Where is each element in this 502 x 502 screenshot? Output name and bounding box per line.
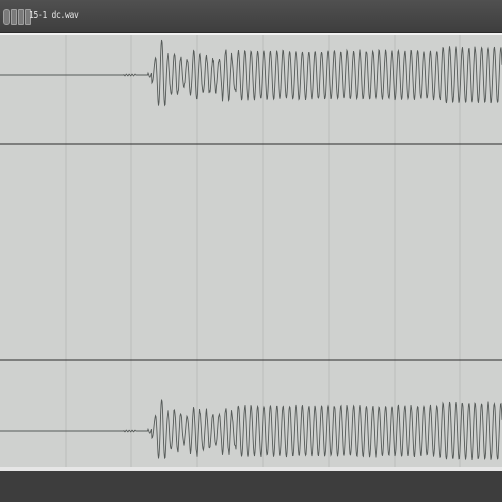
waveform-svg <box>0 35 502 467</box>
bottom-track-strip <box>0 467 502 502</box>
channel-left-waveform <box>0 39 502 107</box>
grid-lines <box>65 35 461 467</box>
item-fx-icon[interactable] <box>11 9 17 25</box>
waveform-trace <box>0 399 502 460</box>
item-lock-icon[interactable] <box>18 9 24 25</box>
item-title-bar[interactable]: 15-1 dc.wav <box>0 0 502 33</box>
media-item-window: 15-1 dc.wav <box>0 0 502 502</box>
item-name-label: 15-1 dc.wav <box>29 10 79 21</box>
item-round-button-icon[interactable] <box>3 9 10 25</box>
waveform-area[interactable] <box>0 33 502 467</box>
waveform-trace <box>0 39 502 107</box>
channel-right-waveform <box>0 399 502 460</box>
item-icon-group <box>3 9 31 25</box>
